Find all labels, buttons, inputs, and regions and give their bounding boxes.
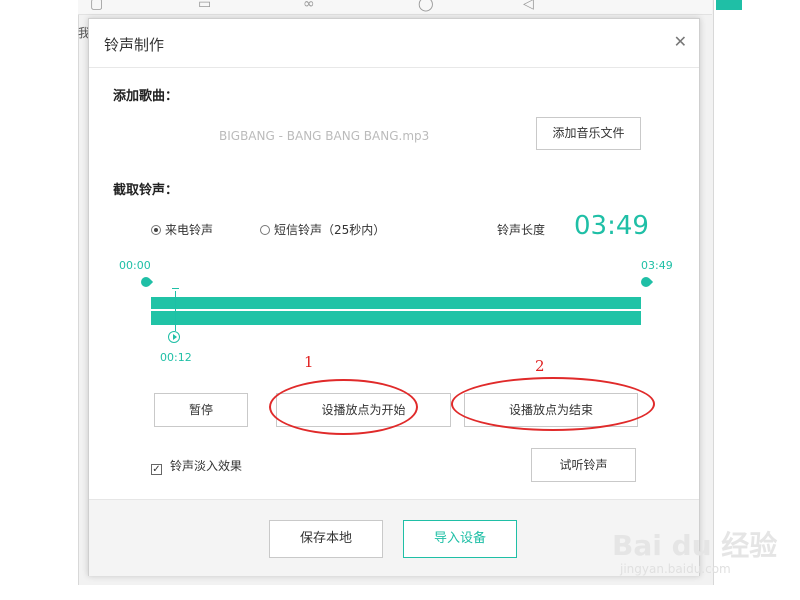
radio-call-ringtone[interactable]: 来电铃声 xyxy=(151,221,213,238)
playhead-play-icon[interactable] xyxy=(168,331,180,343)
end-time-label: 03:49 xyxy=(641,259,673,272)
end-handle[interactable] xyxy=(638,274,654,290)
cut-ringtone-label: 截取铃声： xyxy=(113,183,179,198)
waveform-track[interactable] xyxy=(151,297,641,325)
playhead-cap xyxy=(172,288,179,289)
add-music-file-button[interactable]: 添加音乐文件 xyxy=(536,117,641,150)
track-divider xyxy=(151,309,641,311)
bg-active-tab xyxy=(716,0,742,10)
ringtone-maker-dialog: 铃声制作 ✕ 添加歌曲： BIGBANG - BANG BANG BANG.mp… xyxy=(88,18,700,576)
annotation-marker-1: 1 xyxy=(304,353,314,371)
start-handle[interactable] xyxy=(138,274,154,290)
ringtone-length-label: 铃声长度 xyxy=(497,223,546,237)
radio-sms-label: 短信铃声（25秒内） xyxy=(274,223,386,237)
annotation-marker-2: 2 xyxy=(535,357,545,375)
dialog-title: 铃声制作 xyxy=(104,36,165,54)
ringtone-length-value: 03:49 xyxy=(574,211,649,241)
bg-tool-icon: ∞ xyxy=(303,0,315,12)
save-local-button[interactable]: 保存本地 xyxy=(269,520,383,558)
bg-tool-icon: ◯ xyxy=(418,0,434,12)
bg-tool-icon: ◁ xyxy=(523,0,534,12)
checkbox-checked-icon: ✓ xyxy=(151,464,162,475)
pause-button[interactable]: 暂停 xyxy=(154,393,248,427)
annotation-circle-2 xyxy=(451,377,655,431)
baidu-watermark-url: jingyan.baidu.com xyxy=(620,562,731,576)
radio-selected-icon xyxy=(151,225,161,235)
preview-ringtone-button[interactable]: 试听铃声 xyxy=(531,448,636,482)
bg-tool-icon: ▢ xyxy=(90,0,104,12)
playhead-time-label: 00:12 xyxy=(160,351,192,364)
dialog-header: 铃声制作 ✕ xyxy=(89,19,699,68)
add-song-label: 添加歌曲： xyxy=(113,89,179,104)
fade-in-checkbox[interactable]: ✓ 铃声淡入效果 xyxy=(151,457,242,475)
radio-unselected-icon xyxy=(260,225,270,235)
playhead-line xyxy=(175,291,176,331)
annotation-circle-1 xyxy=(269,379,418,435)
bg-tool-icon: ▭ xyxy=(198,0,212,12)
song-file-name: BIGBANG - BANG BANG BANG.mp3 xyxy=(219,129,430,143)
import-device-button[interactable]: 导入设备 xyxy=(403,520,517,558)
baidu-watermark-logo: Bai du 经验 xyxy=(612,529,778,562)
radio-call-label: 来电铃声 xyxy=(165,223,214,237)
start-time-label: 00:00 xyxy=(119,259,151,272)
fade-in-label: 铃声淡入效果 xyxy=(170,459,243,473)
radio-sms-ringtone[interactable]: 短信铃声（25秒内） xyxy=(260,221,385,238)
close-icon[interactable]: ✕ xyxy=(674,32,687,51)
dialog-footer: 保存本地 导入设备 xyxy=(89,499,699,576)
background-app-toolbar: ▢ ▭ ∞ ◯ ◁ xyxy=(78,0,742,15)
